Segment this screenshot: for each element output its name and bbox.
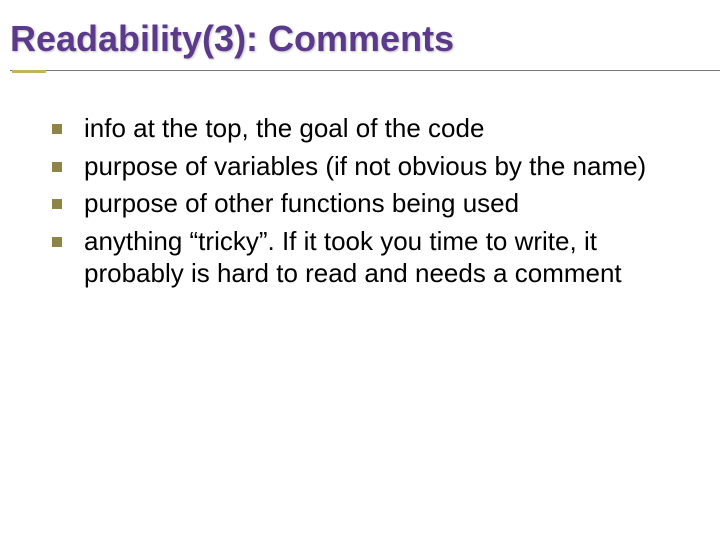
list-item: info at the top, the goal of the code [50,113,680,145]
slide-title: Readability(3): Comments [10,18,720,70]
square-bullet-icon [52,162,62,172]
title-area: Readability(3): Comments [0,0,720,71]
list-item-text: info at the top, the goal of the code [84,113,484,143]
square-bullet-icon [52,237,62,247]
list-item-text: purpose of variables (if not obvious by … [84,151,646,181]
bullet-list: info at the top, the goal of the code pu… [50,113,680,290]
title-underline-main [10,70,720,71]
list-item-text: anything “tricky”. If it took you time t… [84,226,622,288]
square-bullet-icon [52,124,62,134]
slide: Readability(3): Comments info at the top… [0,0,720,540]
square-bullet-icon [52,199,62,209]
title-underline-accent [12,70,46,73]
title-underline [10,70,720,71]
list-item: purpose of variables (if not obvious by … [50,151,680,183]
list-item-text: purpose of other functions being used [84,188,519,218]
list-item: purpose of other functions being used [50,188,680,220]
list-item: anything “tricky”. If it took you time t… [50,226,680,289]
slide-body: info at the top, the goal of the code pu… [0,71,720,290]
